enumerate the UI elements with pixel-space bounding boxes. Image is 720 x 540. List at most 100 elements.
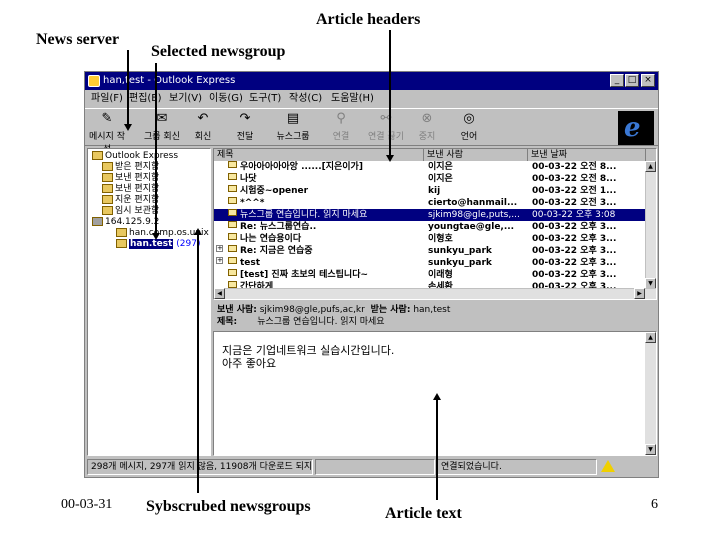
scroll-down-icon[interactable]: ▼	[645, 444, 656, 455]
envelope-icon	[228, 281, 237, 288]
envelope-icon	[228, 245, 237, 252]
preview-to-label: 받는 사람:	[370, 305, 411, 315]
menu-tools[interactable]: 도구(T)	[249, 90, 281, 108]
reply-group-button[interactable]: ✉ 그룹 회신	[139, 111, 185, 145]
status-connection: 연결되었습니다.	[437, 459, 597, 475]
reply-button[interactable]: ↶ 회신	[189, 111, 217, 145]
message-list-horizontal-scrollbar[interactable]: ◀ ▶	[214, 288, 656, 299]
outbox-icon	[102, 173, 113, 182]
article-vertical-scrollbar[interactable]: ▲ ▼	[645, 332, 656, 455]
message-row[interactable]: [test] 진짜 초보의 테스팁니다~ 이래형 00-03-22 오후 3..…	[214, 269, 646, 281]
preview-from: sjkim98@gle,pufs,ac,kr	[259, 305, 365, 315]
outlook-app-icon	[88, 75, 100, 87]
forward-button[interactable]: ↷ 전달	[231, 111, 259, 145]
newsgroup-han-test[interactable]: han.test (297)	[116, 239, 200, 250]
folder-outlook-express[interactable]: Outlook Express	[92, 151, 178, 162]
column-header: 제목 보낸 사람 보낸 날짜	[214, 149, 656, 161]
caption-article-text: Article text	[385, 505, 462, 522]
arrowhead-article-headers	[386, 155, 394, 162]
message-row[interactable]: 우아아아아아앙 ......[지은이가] 이지은 00-03-22 오전 8..…	[214, 161, 646, 173]
title-bar[interactable]: han,test - Outlook Express _ □ ×	[85, 72, 658, 90]
outlook-window: han,test - Outlook Express _ □ × 파일(F) 편…	[84, 71, 659, 478]
envelope-icon	[228, 185, 237, 192]
stop-icon: ⊗	[421, 111, 433, 126]
window-title: han,test - Outlook Express	[103, 75, 236, 86]
arrowhead-subscribed-newsgroups	[194, 228, 202, 235]
folder-outbox[interactable]: 보낸 편지함	[102, 173, 159, 184]
deleted-items-icon	[102, 195, 113, 204]
newsgroup-icon	[116, 239, 127, 248]
inbox-icon	[102, 162, 113, 171]
message-row[interactable]: 나닷 이지은 00-03-22 오전 8...	[214, 173, 646, 185]
folder-inbox[interactable]: 받은 편지함	[102, 162, 159, 173]
toolbar: ✎ 메시지 작성 ✉ 그룹 회신 ↶ 회신 ↷ 전달 ▤ 뉴스그룹 ⚲ 연결 ⚯…	[85, 108, 658, 155]
forward-icon: ↷	[239, 111, 251, 126]
scroll-right-icon[interactable]: ▶	[634, 288, 645, 299]
disconnect-button[interactable]: ⚯ 연결 끊기	[365, 111, 407, 145]
message-list-vertical-scrollbar[interactable]: ▲ ▼	[645, 161, 656, 289]
arrow-selected-newsgroup	[155, 63, 157, 235]
folder-drafts[interactable]: 임시 보관함	[102, 206, 159, 217]
message-row[interactable]: *^^* cierto@hanmail... 00-03-22 오전 3...	[214, 197, 646, 209]
caption-article-headers: Article headers	[316, 11, 421, 28]
stop-button[interactable]: ⊗ 중지	[413, 111, 441, 145]
envelope-icon	[228, 173, 237, 180]
new-message-button[interactable]: ✎ 메시지 작성	[89, 111, 125, 155]
menu-file[interactable]: 파일(F)	[91, 90, 123, 108]
warning-icon[interactable]	[601, 460, 615, 472]
column-from[interactable]: 보낸 사람	[424, 149, 528, 161]
message-row-selected[interactable]: 뉴스그룹 연습입니다. 읽지 마세요 sjkim98@gle,puts,... …	[214, 209, 646, 221]
menu-go[interactable]: 이동(G)	[209, 90, 243, 108]
expand-thread-icon[interactable]: +	[216, 257, 223, 264]
folder-deleted[interactable]: 지운 편지함	[102, 195, 159, 206]
news-server-node[interactable]: 164.125.9.2	[92, 217, 159, 228]
news-server-icon	[92, 217, 103, 226]
reply-icon: ↶	[197, 111, 209, 126]
slide-page-number: 6	[651, 497, 658, 512]
envelope-icon	[228, 161, 237, 168]
message-row[interactable]: 시험중~opener kij 00-03-22 오전 1...	[214, 185, 646, 197]
message-row[interactable]: + Re: 지금은 연습중 sunkyu_park 00-03-22 오후 3.…	[214, 245, 646, 257]
newsgroup-button[interactable]: ▤ 뉴스그룹	[273, 111, 313, 145]
disconnect-icon: ⚯	[380, 111, 392, 126]
message-row[interactable]: + test sunkyu_park 00-03-22 오후 3...	[214, 257, 646, 269]
caption-subscribed-newsgroups: Sybscrubed newsgroups	[146, 498, 311, 515]
new-message-icon: ✎	[101, 111, 113, 126]
language-icon: ◎	[463, 111, 475, 126]
message-row[interactable]: Re: 뉴스그룹연습.. youngtae@gle,... 00-03-22 오…	[214, 221, 646, 233]
scroll-up-icon[interactable]: ▲	[645, 161, 656, 172]
language-button[interactable]: ◎ 언어	[455, 111, 483, 145]
drafts-icon	[102, 206, 113, 215]
scroll-up-icon[interactable]: ▲	[645, 332, 656, 343]
message-row[interactable]: 나는 연습용이다 이형호 00-03-22 오후 3...	[214, 233, 646, 245]
maximize-button[interactable]: □	[625, 74, 639, 87]
menu-compose[interactable]: 작성(C)	[289, 90, 322, 108]
status-message-count: 298개 메시지, 297개 읽지 않음, 11908개 다운로드 되지 않	[87, 459, 313, 475]
arrowhead-selected-newsgroup	[152, 233, 160, 240]
arrow-news-server	[127, 50, 129, 126]
status-blank	[315, 459, 435, 475]
article-line-2: 아주 좋아요	[222, 357, 277, 370]
menu-view[interactable]: 보기(V)	[169, 90, 202, 108]
caption-selected-newsgroup: Selected newsgroup	[151, 43, 286, 60]
preview-header: 보낸 사람: sjkim98@gle,pufs,ac,kr 받는 사람: han…	[213, 303, 657, 329]
preview-subject: 뉴스그룹 연습입니다. 읽지 마세요	[257, 317, 385, 327]
status-bar: 298개 메시지, 297개 읽지 않음, 11908개 다운로드 되지 않 연…	[87, 459, 656, 475]
envelope-icon	[228, 221, 237, 228]
scroll-left-icon[interactable]: ◀	[214, 288, 225, 299]
slide-date: 00-03-31	[61, 497, 113, 512]
newsgroup-icon	[116, 228, 127, 237]
menu-help[interactable]: 도움말(H)	[331, 90, 374, 108]
arrow-subscribed-newsgroups	[197, 235, 199, 493]
menu-bar: 파일(F) 편집(E) 보기(V) 이동(G) 도구(T) 작성(C) 도움말(…	[85, 90, 658, 108]
sent-icon	[102, 184, 113, 193]
expand-thread-icon[interactable]: +	[216, 245, 223, 252]
close-button[interactable]: ×	[641, 74, 655, 87]
connect-button[interactable]: ⚲ 연결	[327, 111, 355, 145]
ie-logo-icon: e	[624, 113, 641, 143]
folder-sent[interactable]: 보낸 편지함	[102, 184, 159, 195]
caption-news-server: News server	[36, 31, 120, 48]
minimize-button[interactable]: _	[610, 74, 624, 87]
column-date[interactable]: 보낸 날짜	[528, 149, 646, 161]
arrow-article-headers	[389, 30, 391, 157]
